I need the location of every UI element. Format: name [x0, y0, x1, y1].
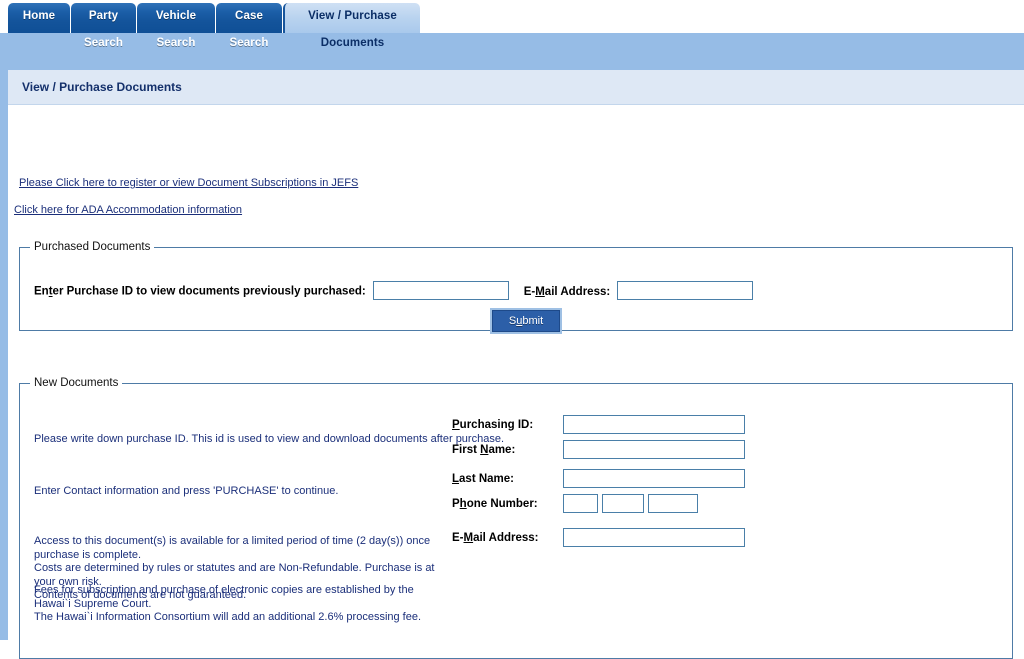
first-name-input[interactable] — [563, 440, 745, 459]
panel-body: Please Click here to register or view Do… — [8, 105, 1024, 659]
purchasing-id-input-wrap — [563, 415, 745, 434]
panel-header: View / Purchase Documents — [8, 70, 1024, 105]
purchased-documents-legend: Purchased Documents — [34, 241, 151, 253]
tab-home[interactable]: Home — [8, 3, 70, 33]
tab-party-search-label: Party Search — [84, 10, 123, 49]
tab-view-purchase-documents[interactable]: View / Purchase Documents — [283, 3, 420, 49]
phone-area-code-input[interactable] — [563, 494, 598, 513]
purchased-email-input[interactable] — [617, 281, 754, 300]
tab-case-search[interactable]: Case Search — [216, 3, 282, 49]
jefs-subscription-link[interactable]: Please Click here to register or view Do… — [19, 177, 358, 189]
new-documents-legend: New Documents — [34, 377, 119, 389]
instruction-contact-info: Enter Contact information and press 'PUR… — [34, 485, 339, 497]
tab-vehicle-search-label: Vehicle Search — [155, 10, 197, 49]
ada-accommodation-link[interactable]: Click here for ADA Accommodation informa… — [14, 204, 242, 216]
new-documents-section: New Documents Please write down purchase… — [19, 377, 1013, 659]
instruction-purchase-id: Please write down purchase ID. This id i… — [34, 433, 504, 445]
tab-vehicle-search[interactable]: Vehicle Search — [137, 3, 215, 49]
purchased-documents-row: Enter Purchase ID to view documents prev… — [34, 281, 754, 300]
tab-party-search[interactable]: Party Search — [71, 3, 136, 49]
purchased-email-label: E-Mail Address: — [523, 285, 611, 298]
page-title: View / Purchase Documents — [22, 80, 182, 94]
content-panel: View / Purchase Documents Please Click h… — [8, 70, 1024, 659]
phone-number-input-wrap — [563, 494, 698, 513]
submit-button[interactable]: Submit — [490, 308, 562, 334]
purchasing-id-label: Purchasing ID: — [452, 419, 534, 431]
last-name-input-wrap — [563, 469, 745, 488]
phone-line-number-input[interactable] — [648, 494, 698, 513]
instruction-fees-line1: Fees for subscription and purchase of el… — [34, 584, 414, 610]
instruction-access-terms-line1: Access to this document(s) is available … — [34, 535, 431, 561]
purchase-id-label: Enter Purchase ID to view documents prev… — [34, 285, 366, 298]
phone-prefix-input[interactable] — [602, 494, 644, 513]
first-name-label: First Name: — [452, 444, 516, 456]
instruction-fees: Fees for subscription and purchase of el… — [34, 584, 449, 625]
email-address-input[interactable] — [563, 528, 745, 547]
tab-view-purchase-documents-label: View / Purchase Documents — [308, 10, 397, 49]
purchased-documents-section: Purchased Documents Enter Purchase ID to… — [19, 241, 1013, 334]
last-name-input[interactable] — [563, 469, 745, 488]
tab-case-search-label: Case Search — [229, 10, 269, 49]
email-address-input-wrap — [563, 528, 745, 547]
main-tab-bar: Home Party Search Vehicle Search Case Se… — [0, 0, 1024, 49]
first-name-input-wrap — [563, 440, 745, 459]
purchasing-id-input[interactable] — [563, 415, 745, 434]
last-name-label: Last Name: — [452, 473, 514, 485]
purchase-id-input[interactable] — [372, 281, 509, 300]
instruction-fees-line2: The Hawai`i Information Consortium will … — [34, 611, 422, 623]
tab-home-label: Home — [22, 10, 56, 22]
email-address-label: E-Mail Address: — [452, 532, 539, 544]
phone-number-label: Phone Number: — [452, 498, 538, 510]
